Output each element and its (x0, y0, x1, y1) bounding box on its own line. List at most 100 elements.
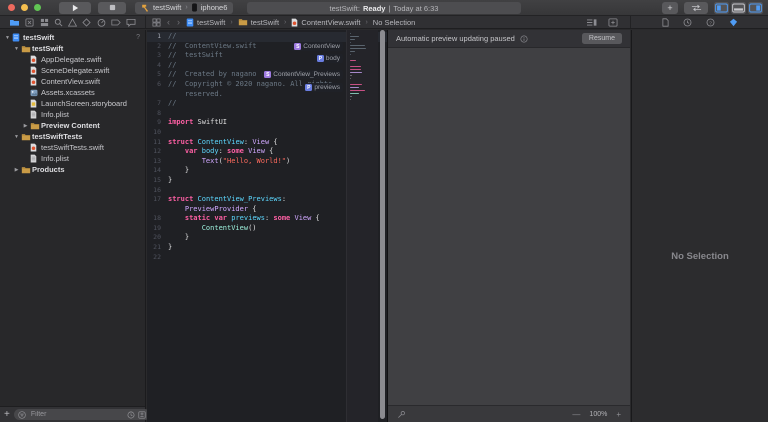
filter-input[interactable] (29, 410, 124, 419)
status-state: Ready (363, 4, 386, 13)
debug-navigator-icon[interactable] (97, 18, 106, 27)
code-text: // ContentView.swift (168, 42, 257, 52)
test-navigator-icon[interactable] (82, 18, 91, 27)
run-button[interactable] (59, 2, 91, 14)
zoom-out-button[interactable]: — (572, 410, 580, 419)
info-icon[interactable] (520, 35, 528, 43)
line-number: 12 (147, 147, 168, 157)
symbol-navigator-icon[interactable] (40, 18, 49, 27)
back-button[interactable]: ‹ (166, 18, 171, 27)
inspector-empty-text: No Selection (632, 251, 768, 262)
code-text: } (168, 166, 189, 176)
tree-item-contentview-swift[interactable]: ContentView.swift (0, 76, 145, 87)
tree-item-preview-content[interactable]: ▶Preview Content (0, 120, 145, 131)
tree-item-launchscreen-storyboard[interactable]: LaunchScreen.storyboard (0, 98, 145, 109)
add-editor-icon[interactable] (608, 18, 618, 27)
file-inspector-icon[interactable] (662, 18, 669, 27)
source-editor[interactable]: 1//2// ContentView.swift3// testSwift4//… (147, 30, 387, 422)
code-text: } (168, 176, 172, 186)
tree-item-info-plist[interactable]: Info.plist (0, 153, 145, 164)
report-navigator-icon[interactable] (126, 18, 136, 27)
zoom-window-button[interactable] (34, 4, 41, 11)
editor-arrows-icon[interactable] (684, 2, 708, 14)
minimap-symbol-label[interactable]: SContentView (291, 42, 343, 51)
tree-item-testswift[interactable]: ▼testSwift? (0, 32, 145, 43)
issue-navigator-icon[interactable] (68, 18, 77, 27)
line-number: 8 (147, 109, 168, 119)
forward-button[interactable]: › (176, 18, 181, 27)
line-number: 16 (147, 186, 168, 196)
svg-text:?: ? (709, 20, 712, 26)
minimap-symbol-label[interactable]: Ppreviews (302, 83, 343, 92)
code-text: import SwiftUI (168, 118, 227, 128)
recent-files-icon[interactable] (127, 411, 135, 419)
zoom-level[interactable]: 100% (589, 411, 607, 418)
disclosure-triangle-icon[interactable]: ▼ (3, 35, 12, 41)
scheme-selector[interactable]: testSwift › iphone6 (135, 2, 233, 14)
tree-item-label: Info.plist (41, 154, 69, 163)
navigator-tab-strip (0, 16, 146, 28)
close-window-button[interactable] (8, 4, 15, 11)
preview-paused-banner: Automatic preview updating paused Resume (388, 30, 630, 48)
jump-bar-item[interactable]: testSwift (186, 18, 225, 27)
find-navigator-icon[interactable] (54, 18, 63, 27)
editor-canvas-splitter[interactable] (380, 30, 385, 419)
swift-file-icon (30, 143, 41, 152)
disclosure-triangle-icon[interactable]: ▼ (12, 134, 21, 140)
preview-bottom-bar: — 100% + (388, 405, 630, 422)
tree-item-testswift[interactable]: ▼ testSwift (0, 43, 145, 54)
filter-field[interactable] (14, 409, 150, 420)
tree-item-testswifttests[interactable]: ▼testSwiftTests (0, 131, 145, 142)
code-text: } (168, 243, 172, 253)
disclosure-triangle-icon[interactable]: ▶ (21, 123, 30, 129)
tree-item-label: testSwift (32, 44, 63, 53)
folder-icon (21, 166, 32, 174)
source-control-status-icon[interactable] (138, 411, 146, 419)
project-navigator-icon[interactable] (9, 18, 20, 27)
status-project: testSwift: (330, 4, 360, 13)
chevron-separator: › (185, 4, 187, 11)
add-file-button[interactable]: + (4, 410, 10, 420)
attributes-inspector-icon[interactable] (729, 18, 738, 27)
tree-item-info-plist[interactable]: Info.plist (0, 109, 145, 120)
jump-bar-item[interactable]: No Selection (373, 18, 416, 27)
code-text: // (168, 99, 176, 109)
line-number: 19 (147, 224, 168, 234)
minimap[interactable] (346, 30, 378, 422)
inspector-toggle[interactable] (748, 2, 763, 14)
editor-options-icon[interactable] (586, 18, 597, 27)
code-text: PreviewProvider { (168, 205, 257, 215)
jump-bar-item[interactable]: ContentView.swift (291, 18, 360, 27)
xcode-window: testSwift › iphone6 testSwift: Ready | T… (0, 0, 768, 422)
line-number: 9 (147, 118, 168, 128)
tree-item-scenedelegate-swift[interactable]: SceneDelegate.swift (0, 65, 145, 76)
tree-item-testswifttests-swift[interactable]: testSwiftTests.swift (0, 142, 145, 153)
line-number: 10 (147, 128, 168, 138)
related-items-icon[interactable] (152, 18, 161, 27)
tree-item-label: Info.plist (41, 110, 69, 119)
tree-item-assets-xcassets[interactable]: Assets.xcassets (0, 87, 145, 98)
disclosure-triangle-icon[interactable]: ▶ (12, 167, 21, 173)
navigator-toggle[interactable] (714, 2, 729, 14)
tree-item-appdelegate-swift[interactable]: AppDelegate.swift (0, 54, 145, 65)
pin-icon[interactable] (397, 410, 406, 419)
minimap-symbol-label[interactable]: Pbody (314, 54, 343, 63)
filter-icon (18, 411, 26, 419)
line-number (147, 90, 168, 100)
debug-area-toggle[interactable] (731, 2, 746, 14)
breakpoint-navigator-icon[interactable] (111, 18, 121, 27)
tree-item-products[interactable]: ▶Products (0, 164, 145, 175)
project-navigator-pane: ▼testSwift?▼testSwiftAppDelegate.swiftSc… (0, 30, 146, 422)
library-add-button[interactable]: + (662, 2, 678, 14)
minimap-symbol-label[interactable]: SContentView_Previews (261, 70, 343, 79)
zoom-in-button[interactable]: + (616, 410, 621, 419)
jump-bar-separator: › (365, 19, 367, 26)
minimize-window-button[interactable] (21, 4, 28, 11)
history-inspector-icon[interactable] (683, 18, 692, 27)
stop-button[interactable] (98, 2, 126, 14)
jump-bar-item[interactable]: testSwift (238, 18, 279, 27)
resume-button[interactable]: Resume (582, 33, 622, 44)
disclosure-triangle-icon[interactable]: ▼ (12, 46, 21, 52)
source-control-navigator-icon[interactable] (25, 18, 34, 27)
quick-help-inspector-icon[interactable]: ? (706, 18, 715, 27)
